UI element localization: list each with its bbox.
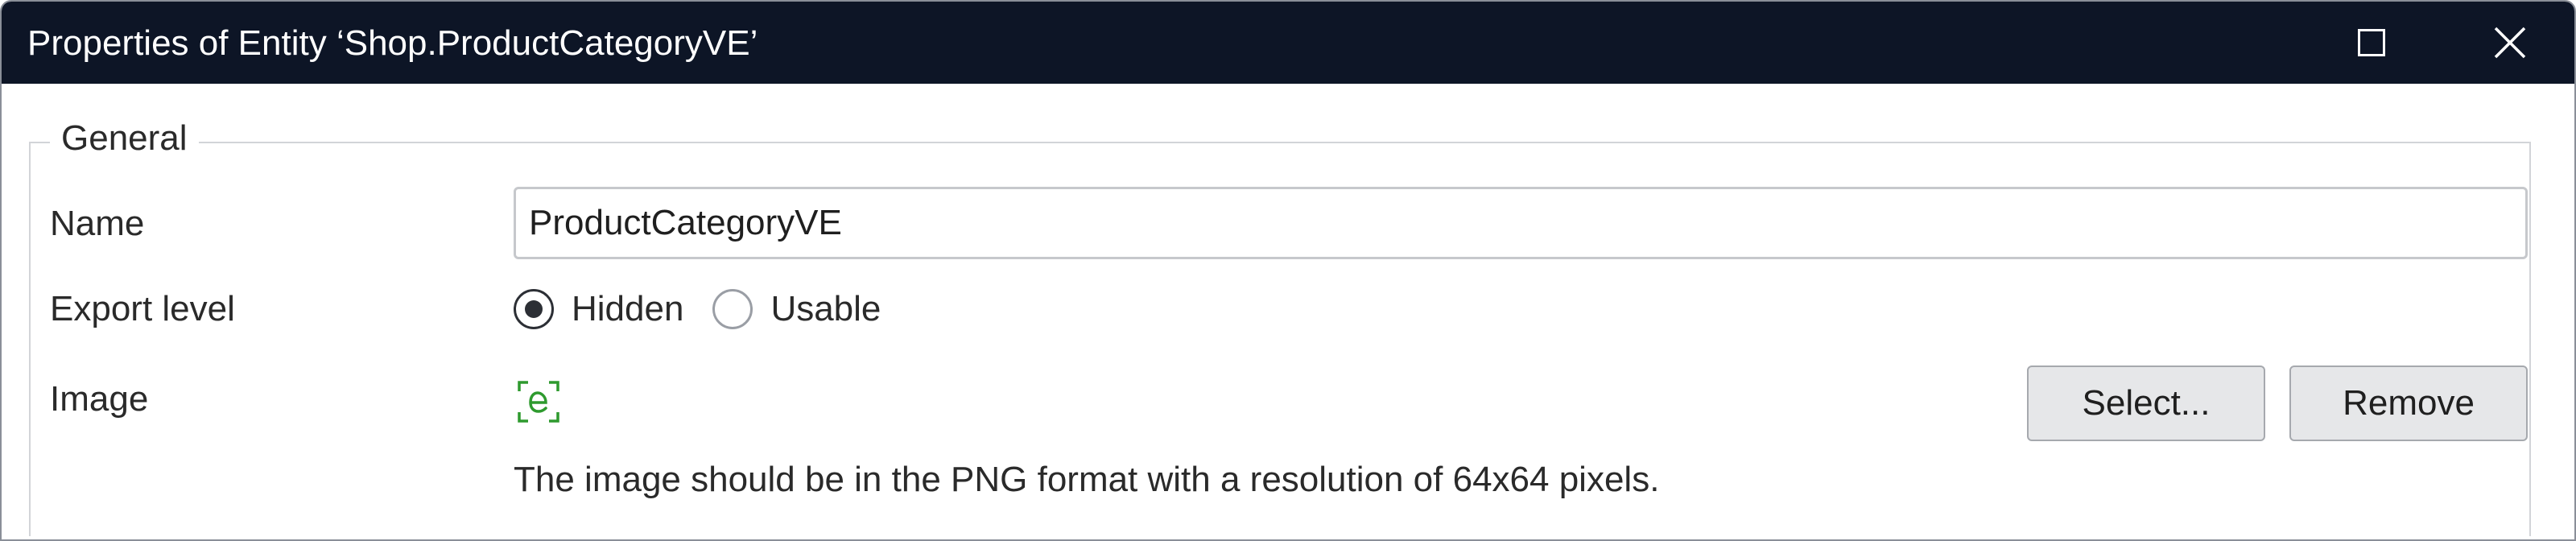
export-level-label: Export level	[50, 289, 235, 328]
maximize-button[interactable]	[2323, 2, 2420, 84]
radio-usable-indicator	[712, 289, 753, 329]
maximize-icon	[2358, 29, 2385, 56]
name-label: Name	[50, 204, 145, 243]
name-input[interactable]	[514, 187, 2528, 259]
image-format-hint: The image should be in the PNG format wi…	[514, 460, 1660, 499]
close-icon	[2494, 27, 2526, 59]
dialog-content: General Name Export level Hidden Usable …	[2, 84, 2574, 539]
remove-image-button[interactable]: Remove	[2289, 365, 2528, 441]
radio-hidden[interactable]: Hidden	[514, 289, 683, 329]
group-legend: General	[50, 114, 199, 163]
radio-selected-dot	[525, 300, 543, 318]
radio-hidden-indicator	[514, 289, 554, 329]
export-level-radio-group: Hidden Usable	[514, 285, 910, 333]
title-bar[interactable]: Properties of Entity ‘Shop.ProductCatego…	[2, 2, 2574, 84]
window-title: Properties of Entity ‘Shop.ProductCatego…	[27, 23, 758, 63]
properties-dialog: Properties of Entity ‘Shop.ProductCatego…	[0, 0, 2576, 541]
radio-usable[interactable]: Usable	[712, 289, 881, 329]
radio-hidden-label: Hidden	[572, 289, 684, 328]
entity-icon	[518, 381, 559, 423]
image-label: Image	[50, 379, 149, 419]
select-image-button[interactable]: Select...	[2027, 365, 2265, 441]
radio-usable-label: Usable	[770, 289, 881, 328]
close-button[interactable]	[2462, 2, 2558, 84]
